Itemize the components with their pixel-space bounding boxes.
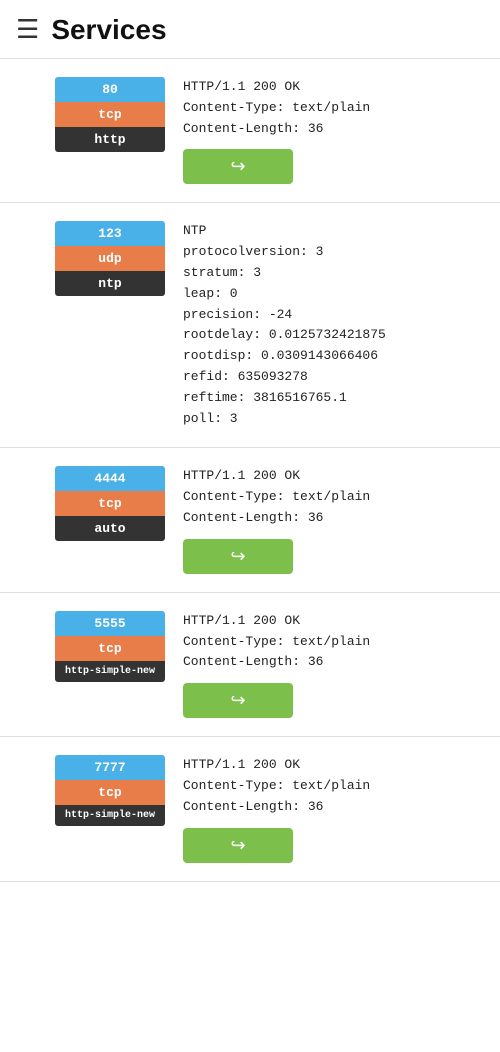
service-badges: 5555tcphttp-simple-new xyxy=(55,611,165,682)
service-right: NTP protocolversion: 3 stratum: 3 leap: … xyxy=(183,221,484,429)
page-header: ☰ Services xyxy=(0,0,500,59)
service-item: 7777tcphttp-simple-new HTTP/1.1 200 OK Co… xyxy=(0,737,500,881)
port-badge: 5555 xyxy=(55,611,165,636)
service-badges: 4444tcpauto xyxy=(55,466,165,541)
protocol-badge: tcp xyxy=(55,102,165,127)
port-badge: 4444 xyxy=(55,466,165,491)
service-info: HTTP/1.1 200 OK Content-Type: text/plain… xyxy=(183,755,484,817)
services-icon: ☰ xyxy=(16,15,39,46)
port-badge: 80 xyxy=(55,77,165,102)
service-right: HTTP/1.1 200 OK Content-Type: text/plain… xyxy=(183,466,484,573)
service-info: HTTP/1.1 200 OK Content-Type: text/plain… xyxy=(183,611,484,673)
service-name-badge: ntp xyxy=(55,271,165,296)
redirect-button[interactable]: ↪ xyxy=(183,828,293,863)
service-name-badge: auto xyxy=(55,516,165,541)
redirect-icon: ↪ xyxy=(230,156,245,177)
service-right: HTTP/1.1 200 OK Content-Type: text/plain… xyxy=(183,611,484,718)
service-item: 5555tcphttp-simple-new HTTP/1.1 200 OK Co… xyxy=(0,593,500,737)
redirect-icon: ↪ xyxy=(230,546,245,567)
service-name-badge: http-simple-new xyxy=(55,805,165,826)
service-info: NTP protocolversion: 3 stratum: 3 leap: … xyxy=(183,221,484,429)
redirect-icon: ↪ xyxy=(230,835,245,856)
service-info: HTTP/1.1 200 OK Content-Type: text/plain… xyxy=(183,466,484,528)
service-name-badge: http xyxy=(55,127,165,152)
service-badges: 7777tcphttp-simple-new xyxy=(55,755,165,826)
protocol-badge: tcp xyxy=(55,636,165,661)
redirect-button[interactable]: ↪ xyxy=(183,149,293,184)
service-item: 123udpntpNTP protocolversion: 3 stratum:… xyxy=(0,203,500,448)
protocol-badge: tcp xyxy=(55,491,165,516)
protocol-badge: udp xyxy=(55,246,165,271)
service-badges: 123udpntp xyxy=(55,221,165,296)
service-right: HTTP/1.1 200 OK Content-Type: text/plain… xyxy=(183,77,484,184)
port-badge: 7777 xyxy=(55,755,165,780)
redirect-button[interactable]: ↪ xyxy=(183,539,293,574)
service-item: 4444tcpauto HTTP/1.1 200 OK Content-Type:… xyxy=(0,448,500,592)
redirect-icon: ↪ xyxy=(230,690,245,711)
services-list: 80tcphttpHTTP/1.1 200 OK Content-Type: t… xyxy=(0,59,500,882)
page-title: Services xyxy=(51,14,166,46)
service-badges: 80tcphttp xyxy=(55,77,165,152)
port-badge: 123 xyxy=(55,221,165,246)
service-name-badge: http-simple-new xyxy=(55,661,165,682)
service-right: HTTP/1.1 200 OK Content-Type: text/plain… xyxy=(183,755,484,862)
service-item: 80tcphttp HTTP/1.1 200 OK Content-Type: t… xyxy=(0,59,500,203)
protocol-badge: tcp xyxy=(55,780,165,805)
redirect-button[interactable]: ↪ xyxy=(183,683,293,718)
service-info: HTTP/1.1 200 OK Content-Type: text/plain… xyxy=(183,77,484,139)
